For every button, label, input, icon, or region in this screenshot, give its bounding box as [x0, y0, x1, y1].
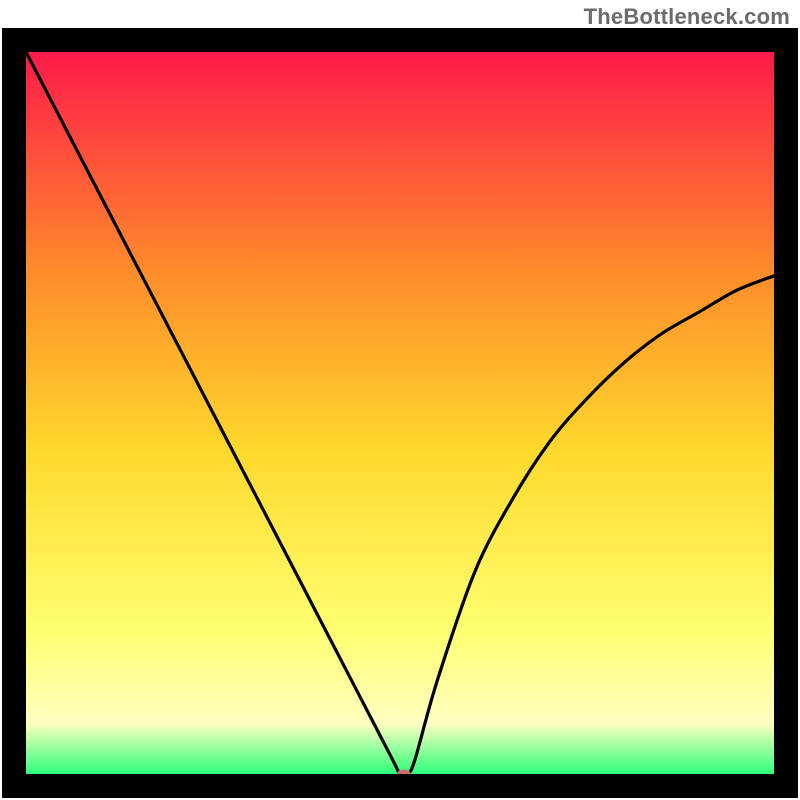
- plot-background: [26, 52, 774, 774]
- chart-container: { "watermark": "TheBottleneck.com", "cha…: [0, 0, 800, 800]
- bottleneck-chart: [0, 0, 800, 800]
- watermark-text: TheBottleneck.com: [584, 4, 790, 30]
